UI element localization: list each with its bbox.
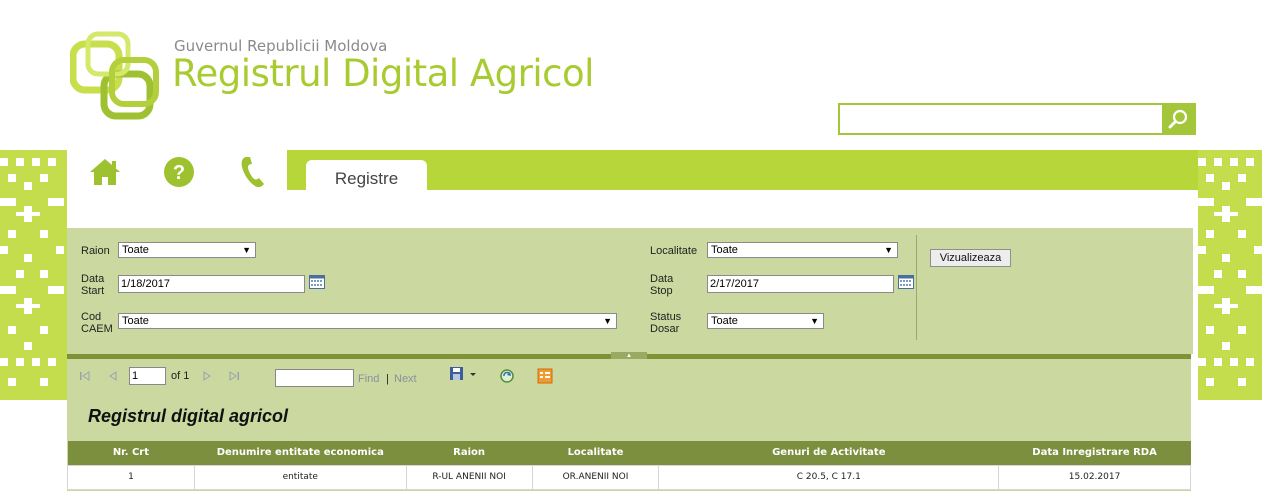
report-table: Nr. Crt Denumire entitate economica Raio… xyxy=(67,441,1191,490)
home-button[interactable] xyxy=(88,155,122,189)
export-save-icon[interactable] xyxy=(449,366,477,382)
localitate-select[interactable]: Toate ▼ xyxy=(707,242,898,258)
table-header-row: Nr. Crt Denumire entitate economica Raio… xyxy=(67,441,1191,465)
dropdown-arrow-icon: ▼ xyxy=(810,316,819,326)
view-report-button[interactable]: Vizualizeaza xyxy=(930,249,1011,267)
data-start-input[interactable]: 1/18/2017 xyxy=(118,275,305,293)
find-link[interactable]: Find xyxy=(358,373,379,385)
calendar-icon[interactable] xyxy=(898,275,914,289)
find-separator: | xyxy=(386,373,389,385)
dropdown-arrow-icon: ▼ xyxy=(603,316,612,326)
contact-button[interactable] xyxy=(236,155,270,189)
column-header: Localitate xyxy=(532,441,659,465)
dropdown-arrow-icon: ▼ xyxy=(884,245,893,255)
raion-label: Raion xyxy=(81,245,110,257)
find-input[interactable] xyxy=(275,369,354,387)
print-layout-icon[interactable] xyxy=(537,368,553,384)
data-stop-label: Data Stop xyxy=(650,273,674,297)
status-dosar-label: Status Dosar xyxy=(650,311,682,335)
report-title: Registrul digital agricol xyxy=(88,406,289,426)
help-icon: ? xyxy=(164,157,194,187)
tab-registre[interactable]: Registre xyxy=(306,160,427,192)
dropdown-arrow-icon: ▼ xyxy=(242,245,251,255)
table-cell: 15.02.2017 xyxy=(998,464,1191,490)
search-box xyxy=(838,103,1196,135)
cod-caem-label: Cod CAEM xyxy=(81,311,113,335)
page-number-input[interactable]: 1 xyxy=(129,367,166,385)
table-cell: R-UL ANENII NOI xyxy=(405,464,533,490)
data-stop-input[interactable]: 2/17/2017 xyxy=(707,275,894,293)
search-input[interactable] xyxy=(840,105,1164,133)
table-cell: OR.ANENII NOI xyxy=(531,464,660,490)
svg-text:?: ? xyxy=(173,162,185,184)
next-link[interactable]: Next xyxy=(394,373,417,385)
localitate-label: Localitate xyxy=(650,245,698,257)
status-dosar-select[interactable]: Toate ▼ xyxy=(707,313,824,329)
search-button[interactable] xyxy=(1162,105,1194,133)
panel-separator xyxy=(916,235,917,340)
first-page-icon[interactable] xyxy=(79,371,91,381)
calendar-icon[interactable] xyxy=(309,275,325,289)
raion-value: Toate xyxy=(122,244,149,256)
next-page-icon[interactable] xyxy=(202,371,212,381)
localitate-value: Toate xyxy=(711,244,738,256)
app-title: Registrul Digital Agricol xyxy=(172,52,594,95)
home-icon xyxy=(90,159,120,185)
phone-icon xyxy=(241,157,264,188)
column-header: Genuri de Activitate xyxy=(658,441,999,465)
table-cell: C 20.5, C 17.1 xyxy=(658,464,1000,490)
previous-page-icon[interactable] xyxy=(108,371,118,381)
app-logo xyxy=(70,31,159,120)
column-header: Denumire entitate economica xyxy=(194,441,407,465)
column-header: Nr. Crt xyxy=(67,441,195,465)
table-row: 1 entitate R-UL ANENII NOI OR.ANENII NOI… xyxy=(67,464,1191,490)
status-dosar-value: Toate xyxy=(711,315,738,327)
column-header: Raion xyxy=(406,441,533,465)
last-page-icon[interactable] xyxy=(228,371,240,381)
refresh-icon[interactable] xyxy=(499,368,515,384)
search-icon xyxy=(1168,109,1188,129)
help-button[interactable]: ? xyxy=(162,155,196,189)
page-count: of 1 xyxy=(171,370,190,382)
decorative-pattern-right xyxy=(1198,150,1262,400)
table-cell: 1 xyxy=(67,464,195,490)
raion-select[interactable]: Toate ▼ xyxy=(118,242,256,258)
cod-caem-value: Toate xyxy=(122,315,149,327)
cod-caem-select[interactable]: Toate ▼ xyxy=(118,313,617,329)
data-start-label: Data Start xyxy=(81,273,105,297)
column-header: Data Inregistrare RDA xyxy=(998,441,1191,465)
table-cell: entitate xyxy=(193,464,407,490)
decorative-pattern-left xyxy=(0,150,67,400)
